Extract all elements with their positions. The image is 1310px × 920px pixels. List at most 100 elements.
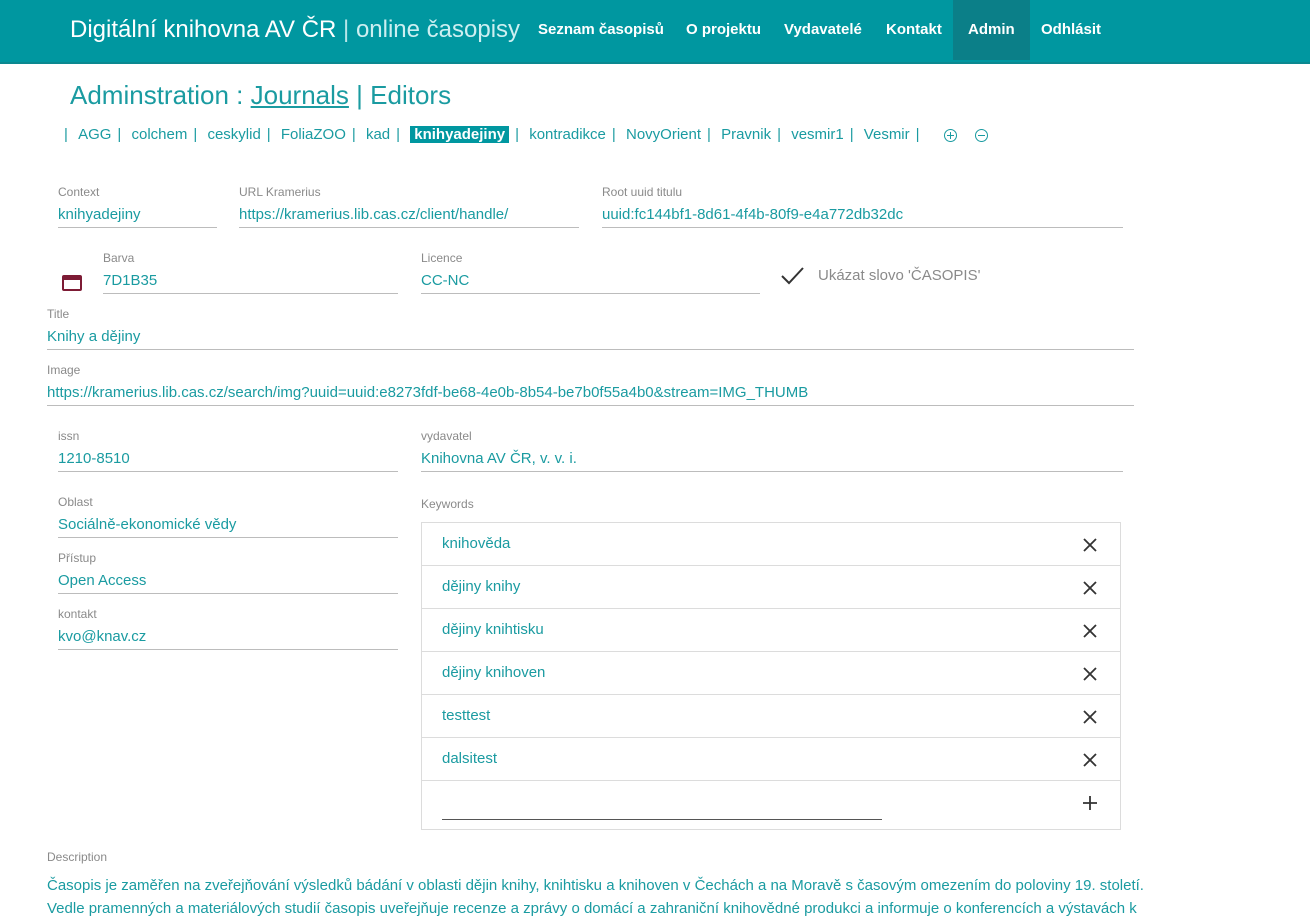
close-icon[interactable] — [1082, 537, 1098, 553]
keyword-text: dějiny knihy — [442, 578, 521, 595]
keyword-text: testtest — [442, 707, 491, 724]
journal-separator: | — [396, 126, 401, 143]
heading-separator: | — [356, 80, 363, 110]
url-kramerius-label: URL Kramerius — [239, 185, 321, 199]
journal-link[interactable]: kontradikce — [529, 126, 606, 143]
keyword-text: dějiny knihtisku — [442, 621, 544, 638]
journal-link[interactable]: colchem — [132, 126, 188, 143]
journal-link[interactable]: kad — [366, 126, 390, 143]
image-value[interactable]: https://kramerius.lib.cas.cz/search/img?… — [47, 382, 1134, 404]
keyword-text: dějiny knihoven — [442, 664, 546, 681]
keyword-item: dějiny knihy — [422, 566, 1120, 609]
publisher-field[interactable]: vydavatel Knihovna AV ČR, v. v. i. — [421, 429, 1123, 472]
color-field[interactable]: Barva 7D1B35 — [103, 251, 398, 294]
journal-selector: | AGG | colchem | ceskylid | FoliaZOO | kad |… — [58, 126, 988, 143]
brand[interactable]: Digitální knihovna AV ČR | online časopi… — [70, 16, 520, 44]
title-value[interactable]: Knihy a dějiny — [47, 326, 1134, 348]
url-kramerius-value[interactable]: https://kramerius.lib.cas.cz/client/hand… — [239, 204, 579, 226]
image-field[interactable]: Image https://kramerius.lib.cas.cz/searc… — [47, 363, 1134, 406]
keywords-label: Keywords — [421, 497, 474, 511]
brand-title: Digitální knihovna AV ČR — [70, 16, 337, 43]
description-label: Description — [47, 850, 108, 864]
licence-field[interactable]: Licence CC-NC — [421, 251, 760, 294]
issn-value[interactable]: 1210-8510 — [58, 448, 398, 470]
root-uuid-value[interactable]: uuid:fc144bf1-8d61-4f4b-80f9-e4a772db32d… — [602, 204, 1123, 226]
nav-admin[interactable]: Admin — [953, 0, 1030, 60]
area-label: Oblast — [58, 495, 93, 509]
journal-separator: | — [64, 126, 68, 143]
description-text[interactable]: Časopis je zaměřen na zveřejňování výsle… — [47, 874, 1147, 920]
journal-link[interactable]: vesmir1 — [791, 126, 844, 143]
title-field[interactable]: Title Knihy a dějiny — [47, 307, 1134, 350]
nav-contact[interactable]: Kontakt — [871, 0, 957, 60]
color-label: Barva — [103, 251, 135, 265]
keyword-item: dějiny knihtisku — [422, 609, 1120, 652]
journal-link[interactable]: Vesmir — [864, 126, 910, 143]
root-uuid-field[interactable]: Root uuid titulu uuid:fc144bf1-8d61-4f4b… — [602, 185, 1123, 228]
journal-link[interactable]: NovyOrient — [626, 126, 701, 143]
keyword-add-row — [422, 781, 1120, 829]
top-navbar: Digitální knihovna AV ČR | online časopi… — [0, 0, 1310, 64]
nav-publishers[interactable]: Vydavatelé — [769, 0, 877, 60]
publisher-label: vydavatel — [421, 429, 472, 443]
journals-link[interactable]: Journals — [251, 80, 349, 110]
close-icon[interactable] — [1082, 580, 1098, 596]
minus-circle-icon[interactable] — [974, 128, 988, 142]
issn-field[interactable]: issn 1210-8510 — [58, 429, 398, 472]
close-icon[interactable] — [1082, 709, 1098, 725]
url-kramerius-field[interactable]: URL Kramerius https://kramerius.lib.cas.… — [239, 185, 579, 228]
journal-separator: | — [515, 126, 520, 143]
root-uuid-label: Root uuid titulu — [602, 185, 683, 199]
nav-journal-list[interactable]: Seznam časopisů — [523, 0, 679, 60]
context-label: Context — [58, 185, 100, 199]
context-value[interactable]: knihyadejiny — [58, 204, 217, 226]
close-icon[interactable] — [1082, 752, 1098, 768]
licence-label: Licence — [421, 251, 463, 265]
access-label: Přístup — [58, 551, 97, 565]
journal-separator: | — [611, 126, 616, 143]
plus-circle-icon[interactable] — [943, 128, 957, 142]
nav-logout[interactable]: Odhlásit — [1026, 0, 1116, 60]
journal-link[interactable]: AGG — [78, 126, 111, 143]
page-title: Adminstration : Journals | Editors — [70, 80, 451, 111]
keyword-item: dějiny knihoven — [422, 652, 1120, 695]
show-word-label[interactable]: Ukázat slovo 'ČASOPIS' — [818, 267, 980, 284]
keyword-item: testtest — [422, 695, 1120, 738]
journal-separator: | — [117, 126, 122, 143]
color-picker-icon[interactable] — [62, 275, 82, 291]
editors-link[interactable]: Editors — [370, 80, 451, 110]
title-label: Title — [47, 307, 70, 321]
keyword-input[interactable] — [442, 819, 882, 820]
journal-link-active[interactable]: knihyadejiny — [410, 126, 510, 143]
context-field[interactable]: Context knihyadejiny — [58, 185, 217, 228]
journal-link[interactable]: ceskylid — [207, 126, 260, 143]
keyword-item: dalsitest — [422, 738, 1120, 781]
brand-subtitle: online časopisy — [355, 16, 521, 43]
keyword-text: dalsitest — [442, 750, 498, 767]
nav-about[interactable]: O projektu — [671, 0, 776, 60]
publisher-value[interactable]: Knihovna AV ČR, v. v. i. — [421, 448, 1123, 470]
close-icon[interactable] — [1082, 666, 1098, 682]
journal-link[interactable]: Pravnik — [721, 126, 771, 143]
keywords-list: knihověda dějiny knihy dějiny knihtisku … — [421, 522, 1121, 830]
contact-label: kontakt — [58, 607, 97, 621]
contact-value[interactable]: kvo@knav.cz — [58, 626, 398, 648]
journal-separator: | — [193, 126, 198, 143]
access-value[interactable]: Open Access — [58, 570, 398, 592]
checkmark-icon[interactable] — [780, 265, 806, 287]
plus-icon[interactable] — [1082, 795, 1098, 811]
area-value[interactable]: Sociálně-ekonomické vědy — [58, 514, 398, 536]
journal-separator: | — [707, 126, 711, 143]
color-value[interactable]: 7D1B35 — [103, 270, 398, 292]
journal-separator: | — [266, 126, 271, 143]
journal-link[interactable]: FoliaZOO — [281, 126, 346, 143]
journal-separator: | — [351, 126, 356, 143]
keyword-item: knihověda — [422, 523, 1120, 566]
close-icon[interactable] — [1082, 623, 1098, 639]
contact-field[interactable]: kontakt kvo@knav.cz — [58, 607, 398, 650]
heading-prefix: Adminstration : — [70, 80, 244, 110]
licence-value[interactable]: CC-NC — [421, 270, 760, 292]
access-field[interactable]: Přístup Open Access — [58, 551, 398, 594]
area-field[interactable]: Oblast Sociálně-ekonomické vědy — [58, 495, 398, 538]
journal-separator: | — [849, 126, 854, 143]
